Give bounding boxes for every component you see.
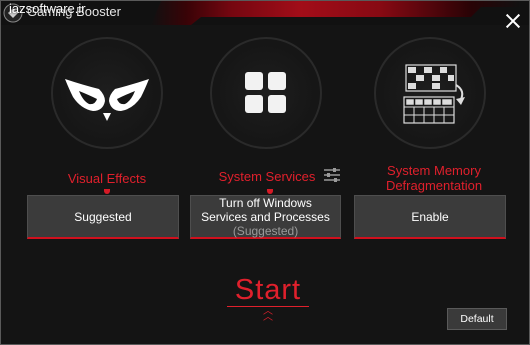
visual-effects-button-text: Suggested xyxy=(74,209,132,224)
start-button[interactable]: Start ︿ ︿ xyxy=(227,274,309,323)
memory-defrag-card: System Memory Defragmentation Enable xyxy=(354,1,514,261)
sliders-icon[interactable] xyxy=(323,167,341,183)
system-services-circle xyxy=(210,37,322,149)
memory-defrag-icon xyxy=(403,64,465,124)
memory-defrag-label-line2: Defragmentation xyxy=(385,178,483,193)
default-button-label: Default xyxy=(460,313,494,325)
default-button[interactable]: Default xyxy=(447,308,507,330)
memory-defrag-label-line1: System Memory xyxy=(387,163,481,178)
system-services-label: System Services xyxy=(218,169,316,184)
system-services-button[interactable]: Turn off Windows Services and Processes … xyxy=(190,195,341,239)
system-services-button-suffix: (Suggested) xyxy=(232,223,299,238)
system-services-button-content: Turn off Windows Services and Processes … xyxy=(195,196,336,238)
memory-defrag-button[interactable]: Enable xyxy=(354,195,506,239)
system-services-indicator xyxy=(267,189,273,194)
memory-defrag-circle xyxy=(374,37,486,149)
visual-effects-circle xyxy=(51,37,163,149)
visual-effects-button[interactable]: Suggested xyxy=(27,195,179,239)
visual-effects-indicator xyxy=(104,189,110,194)
system-services-card: System Services Turn off Windows Service… xyxy=(190,1,350,261)
gaming-booster-window: Gaming Booster iazsoftware.ir Visual Eff… xyxy=(0,0,530,345)
system-services-button-text: Turn off Windows Services and Processes xyxy=(201,195,330,224)
memory-defrag-button-text: Enable xyxy=(411,209,449,224)
grid-icon xyxy=(245,72,286,113)
visual-effects-card: Visual Effects Suggested xyxy=(27,1,187,261)
chevron-up-icon: ︿ ︿ xyxy=(263,306,273,323)
owl-eyes-icon xyxy=(65,79,149,121)
visual-effects-label: Visual Effects xyxy=(67,171,147,186)
start-label: Start xyxy=(234,274,302,306)
